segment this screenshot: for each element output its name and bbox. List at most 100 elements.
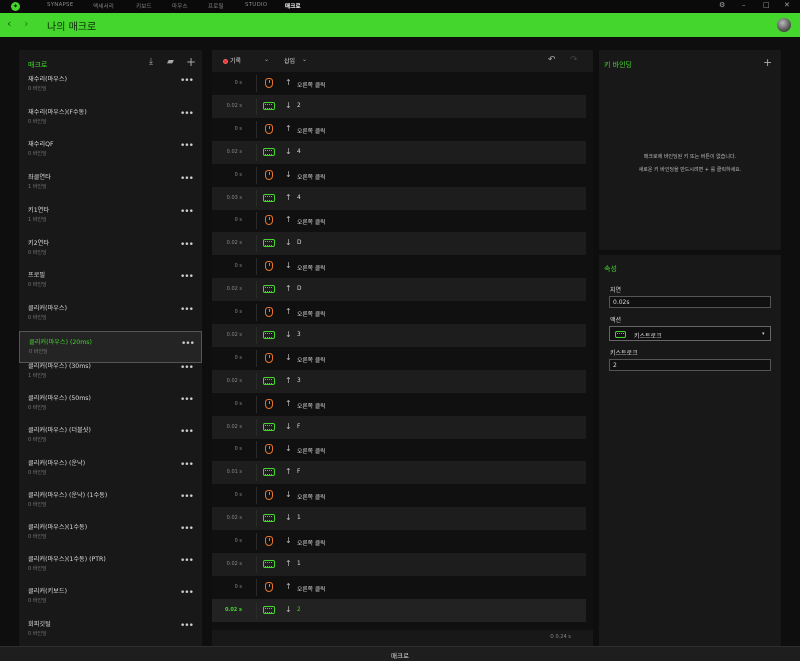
more-options-icon[interactable]: ••• <box>180 363 194 373</box>
macro-list-item[interactable]: 재수리QF 0 바인딩 ••• <box>19 134 202 166</box>
chevron-down-icon[interactable]: ⌄ <box>264 56 269 63</box>
tab-accessories[interactable]: 액세서리 <box>93 2 114 10</box>
macro-event-row[interactable]: 0 s ↓ 오른쪽 클릭 <box>212 164 586 187</box>
macro-list-item[interactable]: 키1연타 1 바인딩 ••• <box>19 200 202 232</box>
redo-icon[interactable]: ↷ <box>570 55 578 65</box>
more-options-icon[interactable]: ••• <box>180 240 194 250</box>
macro-event-row[interactable]: 0.02 s ↓ F <box>212 415 586 439</box>
more-options-icon[interactable]: ••• <box>180 207 194 217</box>
more-options-icon[interactable]: ••• <box>180 588 194 598</box>
delay-input[interactable]: 0.02s <box>609 296 771 308</box>
keyboard-icon <box>263 376 275 387</box>
macro-event-row[interactable]: 0 s ↓ 오른쪽 클릭 <box>212 484 586 507</box>
bottom-bar: 매크로 <box>0 646 800 661</box>
more-options-icon[interactable]: ••• <box>180 141 194 151</box>
macro-event-row[interactable]: 0.02 s ↓ 2 <box>212 94 586 118</box>
macro-event-row[interactable]: 0.02 s ↓ D <box>212 232 586 256</box>
macro-event-row[interactable]: 0 s ↑ 오른쪽 클릭 <box>212 118 586 141</box>
add-icon[interactable]: + <box>186 55 196 69</box>
more-options-icon[interactable]: ••• <box>180 427 194 437</box>
maximize-icon[interactable]: □ <box>763 1 770 9</box>
macro-event-row[interactable]: 0.02 s ↑ 1 <box>212 552 586 576</box>
tab-macro[interactable]: 매크로 <box>285 2 301 10</box>
add-binding-icon[interactable]: + <box>763 56 772 69</box>
more-options-icon[interactable]: ••• <box>180 556 194 566</box>
minimize-icon[interactable]: – <box>742 1 746 9</box>
macro-event-row[interactable]: 0 s ↓ 오른쪽 클릭 <box>212 438 586 461</box>
import-icon[interactable]: ⤓ <box>149 57 153 67</box>
action-select[interactable]: 키스트로크 ▾ <box>609 326 771 341</box>
macro-binding-count: 0 바인딩 <box>28 249 47 256</box>
tab-studio[interactable]: STUDIO <box>245 2 267 8</box>
avatar[interactable] <box>777 18 791 32</box>
tab-keyboard[interactable]: 키보드 <box>136 2 152 10</box>
more-options-icon[interactable]: ••• <box>180 621 194 631</box>
macro-event-row[interactable]: 0 s ↑ 오른쪽 클릭 <box>212 209 586 232</box>
macro-event-row[interactable]: 0 s ↑ 오른쪽 클릭 <box>212 576 586 599</box>
tab-mouse[interactable]: 마우스 <box>172 2 188 10</box>
macro-list-item[interactable]: 클리커(마우스) (30ms) 1 바인딩 ••• <box>19 356 202 388</box>
macro-list-item[interactable]: 클리커(마우스) 0 바인딩 ••• <box>19 298 202 330</box>
chevron-down-icon[interactable]: ⌄ <box>302 56 307 63</box>
macro-list-item[interactable]: 클리커(키보드) 0 바인딩 ••• <box>19 581 202 613</box>
macro-list-item[interactable]: 클리커(마우스)(1수동) 0 바인딩 ••• <box>19 517 202 549</box>
event-delay: 0 s <box>234 309 242 315</box>
macro-event-row[interactable]: 0.03 s ↑ 4 <box>212 186 586 210</box>
macro-list-item[interactable]: 클리커(마우스) (운낙) 0 바인딩 ••• <box>19 453 202 485</box>
more-options-icon[interactable]: ••• <box>180 109 194 119</box>
more-options-icon[interactable]: ••• <box>180 272 194 282</box>
row-divider <box>256 395 257 413</box>
macro-list-item[interactable]: 키2연타 0 바인딩 ••• <box>19 233 202 265</box>
key-down-icon: ↓ <box>285 100 292 110</box>
event-label: F <box>297 423 301 430</box>
more-options-icon[interactable]: ••• <box>180 460 194 470</box>
more-options-icon[interactable]: ••• <box>181 339 195 349</box>
macro-event-row[interactable]: 0.02 s ↓ 1 <box>212 507 586 531</box>
keyboard-icon <box>263 101 275 112</box>
more-options-icon[interactable]: ••• <box>180 395 194 405</box>
macro-event-row[interactable]: 0 s ↓ 오른쪽 클릭 <box>212 255 586 278</box>
event-delay: 0 s <box>234 538 242 544</box>
undo-icon[interactable]: ↶ <box>548 55 556 65</box>
more-options-icon[interactable]: ••• <box>180 492 194 502</box>
macro-list-item[interactable]: 클리커(마우스) (운낙) (1수동) 0 바인딩 ••• <box>19 485 202 517</box>
macro-list-item[interactable]: 클리커(마우스)(1수동) (PTR) 0 바인딩 ••• <box>19 549 202 581</box>
record-button[interactable]: 기록 <box>223 56 241 65</box>
event-delay: 0.01 s <box>226 469 242 476</box>
macro-list-item[interactable]: 회피깃털 0 바인딩 ••• <box>19 614 202 646</box>
macro-list-item[interactable]: 클리커(마우스) (50ms) 0 바인딩 ••• <box>19 388 202 420</box>
macro-list-item[interactable]: 프로필 0 바인딩 ••• <box>19 265 202 297</box>
macro-event-row[interactable]: 0 s ↑ 오른쪽 클릭 <box>212 72 586 95</box>
close-icon[interactable]: ✕ <box>784 1 790 9</box>
macro-event-row[interactable]: 0.02 s ↑ D <box>212 278 586 302</box>
macro-event-row[interactable]: 0.01 s ↑ F <box>212 461 586 485</box>
macro-event-row[interactable]: 0.02 s ↓ 2 <box>212 598 586 622</box>
macro-event-row[interactable]: 0 s ↑ 오른쪽 클릭 <box>212 393 586 416</box>
macro-event-row[interactable]: 0 s ↓ 오른쪽 클릭 <box>212 347 586 370</box>
more-options-icon[interactable]: ••• <box>180 305 194 315</box>
macro-event-row[interactable]: 0 s ↓ 오른쪽 클릭 <box>212 530 586 553</box>
folder-icon[interactable]: ▰ <box>167 57 174 67</box>
empty-message: 매크로에 바인딩된 키 또는 버튼이 없습니다. <box>643 154 737 160</box>
macro-list-item[interactable]: 좌클연타 1 바인딩 ••• <box>19 167 202 199</box>
macro-event-row[interactable]: 0.02 s ↓ 3 <box>212 323 586 347</box>
macro-list-item[interactable]: 재수리(마우스)(F수동) 0 바인딩 ••• <box>19 102 202 134</box>
more-options-icon[interactable]: ••• <box>180 76 194 86</box>
macro-list-item[interactable]: 클리커(마우스) (더블샷) 0 바인딩 ••• <box>19 420 202 452</box>
more-options-icon[interactable]: ••• <box>180 524 194 534</box>
macro-binding-count: 0 바인딩 <box>28 566 47 573</box>
more-options-icon[interactable]: ••• <box>180 174 194 184</box>
forward-arrow-icon[interactable]: › <box>24 17 28 30</box>
keystroke-input[interactable]: 2 <box>609 359 771 371</box>
macro-event-row[interactable]: 0.02 s ↑ 3 <box>212 369 586 393</box>
macro-list-item[interactable]: 재수리(마우스) 0 바인딩 ••• <box>19 69 202 101</box>
tab-synapse[interactable]: SYNAPSE <box>47 2 73 8</box>
macro-event-row[interactable]: 0.02 s ↓ 4 <box>212 140 586 164</box>
macro-event-row[interactable]: 0 s ↑ 오른쪽 클릭 <box>212 301 586 324</box>
tab-profile[interactable]: 프로필 <box>208 2 224 10</box>
back-arrow-icon[interactable]: ‹ <box>7 17 11 30</box>
razer-logo-icon[interactable]: ✦ <box>11 2 20 11</box>
settings-gear-icon[interactable]: ⚙ <box>719 1 725 9</box>
insert-button[interactable]: 삽입 <box>284 56 295 65</box>
key-down-icon: ↓ <box>285 536 292 545</box>
